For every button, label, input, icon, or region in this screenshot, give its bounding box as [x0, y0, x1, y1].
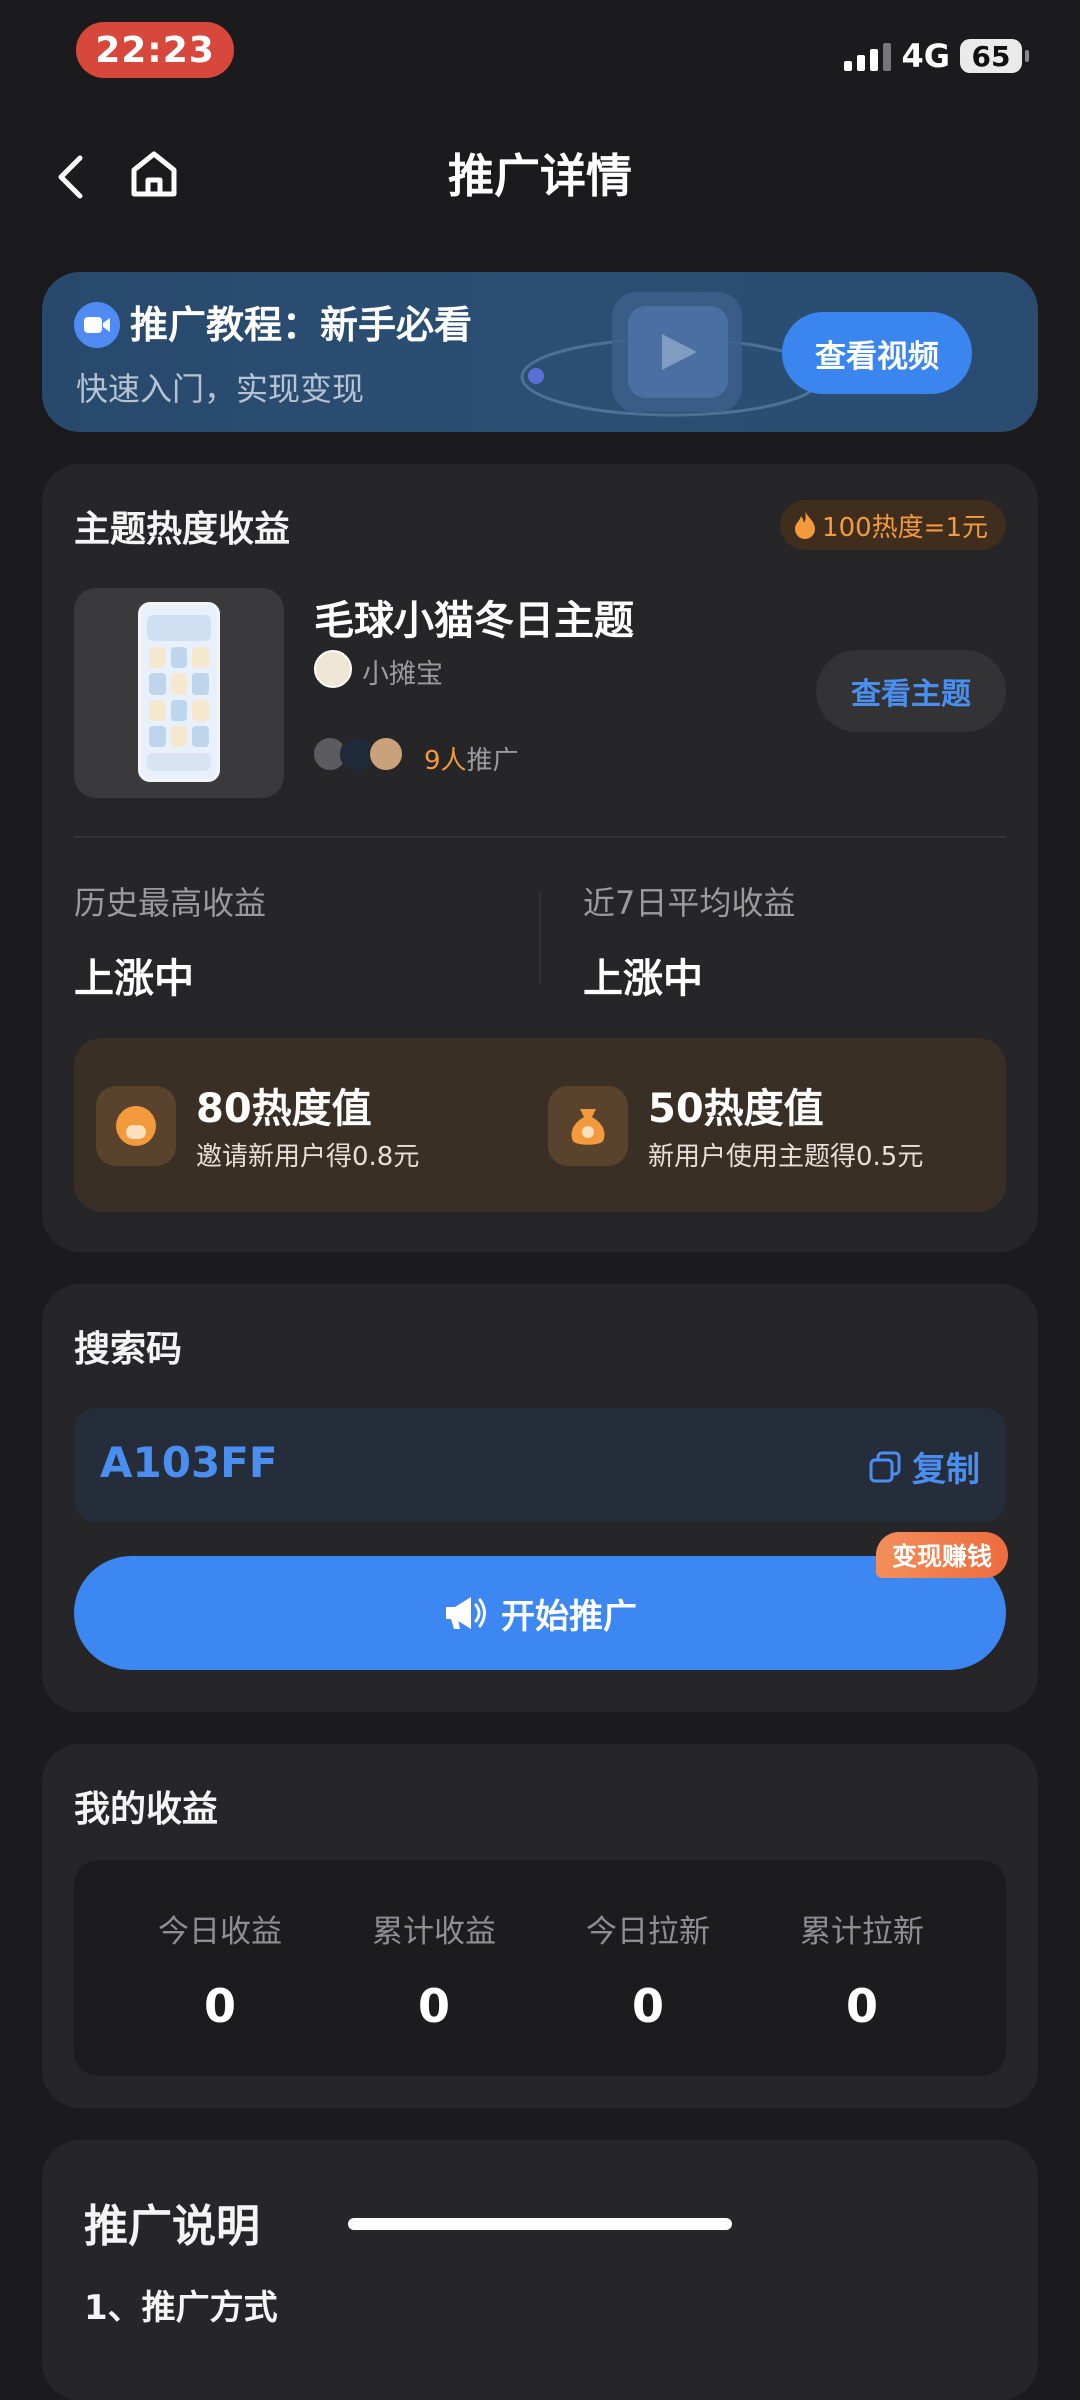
status-time: 22:23 — [76, 22, 234, 78]
divider — [74, 836, 1006, 838]
avatar — [368, 736, 404, 772]
search-code-card: 搜索码 A103FF 复制 开始推广 变现赚钱 — [42, 1284, 1038, 1712]
copy-icon — [869, 1451, 901, 1482]
start-promotion-button[interactable]: 开始推广 — [74, 1556, 1006, 1670]
theme-name: 毛球小猫冬日主题 — [314, 598, 634, 644]
author-name: 小摊宝 — [362, 659, 443, 690]
divider — [539, 892, 541, 984]
today-earnings-label: 今日收益 — [158, 1914, 282, 1950]
usage-reward-title: 50热度值 — [648, 1086, 824, 1132]
today-new-users-label: 今日拉新 — [586, 1914, 710, 1950]
total-new-users-label: 累计拉新 — [800, 1914, 924, 1950]
earn-money-tag: 变现赚钱 — [875, 1532, 1008, 1578]
history-high-label: 历史最高收益 — [74, 884, 267, 922]
search-code-value: A103FF — [100, 1438, 278, 1487]
copy-button[interactable]: 复制 — [868, 1442, 980, 1491]
watch-video-button[interactable]: 查看视频 — [782, 312, 972, 394]
my-earnings-card: 我的收益 今日收益 0 累计收益 0 今日拉新 0 累计拉新 0 — [42, 1744, 1038, 2108]
today-new-users-value: 0 — [631, 1979, 664, 2033]
banner-title: 推广教程：新手必看 — [130, 303, 473, 347]
total-earnings: 累计收益 0 — [334, 1906, 534, 2033]
seven-day-avg-value: 上涨中 — [583, 956, 703, 1002]
total-earnings-value: 0 — [417, 1979, 450, 2033]
today-earnings: 今日收益 0 — [120, 1906, 320, 2033]
total-new-users-value: 0 — [845, 1979, 878, 2033]
copy-label: 复制 — [912, 1450, 980, 1490]
history-high-value: 上涨中 — [74, 956, 194, 1002]
smiley-icon — [96, 1086, 176, 1166]
search-code-title: 搜索码 — [74, 1329, 183, 1370]
my-earnings-title: 我的收益 — [74, 1789, 219, 1830]
heat-rate-text: 100热度=1元 — [822, 512, 988, 543]
instructions-item-1: 1、推广方式 — [84, 2288, 278, 2328]
total-new-users: 累计拉新 0 — [762, 1906, 962, 2033]
battery-icon: 65 — [960, 39, 1029, 73]
instructions-title: 推广说明 — [84, 2201, 260, 2252]
money-bag-icon — [548, 1086, 628, 1166]
phone-preview-image — [138, 602, 220, 782]
author-avatar — [314, 650, 352, 688]
banner-subtitle: 快速入门，实现变现 — [76, 370, 365, 408]
promoter-count-number: 9人 — [424, 746, 467, 776]
start-promotion-label: 开始推广 — [501, 1596, 637, 1637]
invite-reward-desc: 邀请新用户得0.8元 — [196, 1142, 420, 1172]
signal-icon — [844, 41, 892, 71]
total-earnings-label: 累计收益 — [372, 1914, 496, 1950]
status-indicators: 4G 65 — [844, 34, 1029, 78]
flame-icon — [795, 511, 816, 539]
invite-reward-title: 80热度值 — [196, 1086, 372, 1132]
network-type: 4G — [901, 37, 950, 75]
reward-panel: 80热度值 邀请新用户得0.8元 50热度值 新用户使用主题得0.5元 — [74, 1038, 1006, 1212]
chevron-left-icon — [58, 155, 83, 199]
tutorial-banner[interactable]: 推广教程：新手必看 快速入门，实现变现 查看视频 — [42, 272, 1038, 432]
home-icon — [131, 151, 177, 197]
promoter-count: 9人推广 — [424, 740, 519, 777]
megaphone-icon — [446, 1597, 486, 1629]
theme-thumbnail[interactable] — [74, 588, 284, 798]
theme-earnings-title: 主题热度收益 — [74, 509, 291, 550]
earnings-panel: 今日收益 0 累计收益 0 今日拉新 0 累计拉新 0 — [74, 1860, 1006, 2076]
back-button[interactable] — [50, 152, 90, 202]
search-code-box: A103FF 复制 — [74, 1408, 1006, 1522]
heat-rate-badge: 100热度=1元 — [780, 500, 1006, 550]
promoter-count-label: 推广 — [466, 746, 519, 776]
home-indicator[interactable] — [348, 2218, 732, 2230]
seven-day-avg-label: 近7日平均收益 — [583, 884, 796, 922]
home-button[interactable] — [128, 148, 180, 200]
instructions-card: 推广说明 1、推广方式 — [42, 2140, 1038, 2400]
usage-reward-desc: 新用户使用主题得0.5元 — [648, 1142, 924, 1172]
promoter-avatars — [312, 736, 404, 772]
video-camera-icon — [74, 302, 120, 348]
theme-earnings-card: 主题热度收益 100热度=1元 毛球小猫冬日主题 小摊宝 9人推广 查看主题 历… — [42, 464, 1038, 1252]
view-theme-button[interactable]: 查看主题 — [816, 650, 1006, 732]
today-earnings-value: 0 — [203, 1979, 236, 2033]
today-new-users: 今日拉新 0 — [548, 1906, 748, 2033]
